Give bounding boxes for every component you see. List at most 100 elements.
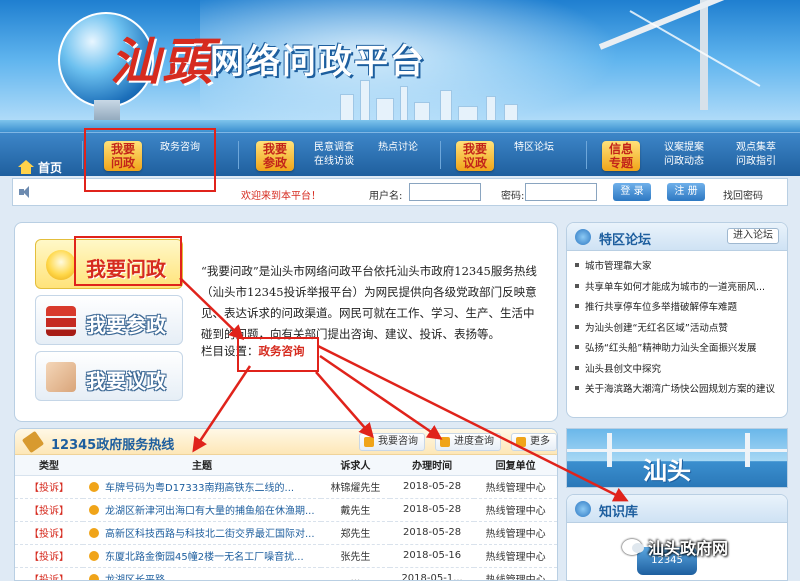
row-type: 【投诉】	[15, 521, 83, 545]
hotline-table: 类型 主题 诉求人 办理时间 回复单位 【投诉】 车牌号码为粤D17333南翔高…	[15, 455, 557, 580]
row-date: 2018-05-28	[389, 521, 475, 545]
forum-list: 城市管理靠大家 共享单车如何才能成为城市的一道亮丽风... 推行共享停车位多举措…	[567, 251, 787, 401]
nav-link-viewpoints[interactable]: 观点集萃	[736, 141, 776, 155]
menu-discuss-label: 我要议政	[86, 369, 166, 393]
row-unit: 热线管理中心	[474, 544, 557, 568]
hotline-title: 12345政府服务热线	[51, 438, 175, 453]
nav-link-proposals[interactable]: 议案提案	[664, 141, 704, 155]
ask-button-label: 我要咨询	[378, 436, 418, 447]
row-person: 张先生	[321, 544, 390, 568]
row-date: 2018-05-28	[389, 498, 475, 522]
row-title-link[interactable]: 车牌号码为粤D17333南翔高铁东二线的...	[83, 475, 321, 499]
forum-item[interactable]: 推行共享停车位多举措破解停车难题	[575, 298, 781, 319]
row-type: 【投诉】	[15, 475, 83, 499]
forum-item[interactable]: 汕头县创文中探究	[575, 360, 781, 381]
row-person: 戴先生	[321, 498, 390, 522]
menu-discuss-button[interactable]: 我要议政	[35, 351, 183, 401]
col-unit: 回复单位	[474, 455, 557, 476]
row-person: 林锦燿先生	[321, 475, 390, 499]
watermark: 汕头政府网	[622, 535, 728, 559]
forum-item[interactable]: 关于海滨路大潮湾广场快公园规划方案的建议	[575, 380, 781, 401]
more-icon	[516, 437, 526, 447]
intro-description: “我要问政”是汕头市网络问政平台依托汕头市政府12345服务热线（汕头市1234…	[201, 264, 537, 341]
menu-participate-button[interactable]: 我要参政	[35, 295, 183, 345]
progress-button-label: 进度查询	[454, 436, 494, 447]
nav-badge-participate[interactable]: 我要 参政	[256, 141, 294, 171]
password-label: 密码:	[501, 191, 525, 202]
nav-separator	[82, 141, 83, 169]
home-icon	[18, 160, 34, 174]
register-button[interactable]: 注 册	[667, 183, 705, 201]
shantou-banner[interactable]: 汕头	[566, 428, 788, 488]
row-title-link[interactable]: 龙湖区新津河出海口有大量的捕鱼船在休渔期...	[83, 498, 321, 522]
table-row[interactable]: 【投诉】 龙湖区长平路... ... 2018-05-1... 热线管理中心	[15, 567, 557, 580]
nav-link-news[interactable]: 问政动态	[664, 155, 704, 169]
username-input[interactable]	[409, 183, 481, 201]
forum-item[interactable]: 弘扬“红头船”精神助力汕头全面振兴发展	[575, 339, 781, 360]
annotation-box-menu	[74, 236, 182, 286]
col-date: 办理时间	[389, 455, 475, 476]
menu-participate-label: 我要参政	[86, 313, 166, 337]
forgot-password-link[interactable]: 找回密码	[723, 187, 763, 202]
row-title-link[interactable]: 龙湖区长平路...	[83, 567, 321, 580]
enter-forum-button[interactable]: 进入论坛	[727, 228, 779, 244]
nav-badge-line2: 议政	[462, 156, 487, 170]
nav-badge-line2: 参政	[262, 156, 287, 170]
table-row[interactable]: 【投诉】 高新区科技西路与科技北二街交界最汇国际对... 郑先生 2018-05…	[15, 521, 557, 545]
progress-button[interactable]: 进度查询	[435, 433, 501, 451]
row-unit: 热线管理中心	[474, 567, 557, 580]
nav-badge-info[interactable]: 信息 专题	[602, 141, 640, 171]
forum-header: 特区论坛 进入论坛	[567, 223, 787, 251]
row-unit: 热线管理中心	[474, 521, 557, 545]
nav-link-interview[interactable]: 在线访谈	[314, 155, 354, 169]
nav-separator	[586, 141, 587, 169]
ask-button[interactable]: 我要咨询	[359, 433, 425, 451]
nav-link-forum[interactable]: 特区论坛	[514, 141, 554, 155]
pencil-icon	[364, 437, 374, 447]
more-button[interactable]: 更多	[511, 433, 557, 451]
calligraphy-logo: 汕頭	[110, 32, 214, 91]
row-type: 【投诉】	[15, 544, 83, 568]
row-unit: 热线管理中心	[474, 475, 557, 499]
password-input[interactable]	[525, 183, 597, 201]
nav-badge-line1: 我要	[462, 142, 487, 156]
welcome-text: 欢迎来到本平台！	[241, 191, 321, 202]
table-row[interactable]: 【投诉】 东厦北路金衡园45幢2楼一无名工厂噪音扰... 张先生 2018-05…	[15, 544, 557, 568]
nav-badge-line1: 信息	[608, 142, 633, 156]
col-title: 主题	[83, 455, 321, 476]
kb-header: 知识库	[567, 495, 787, 523]
row-type: 【投诉】	[15, 567, 83, 580]
gavel-icon	[21, 430, 45, 454]
forum-title: 特区论坛	[599, 233, 652, 248]
nav-link-hot-topics[interactable]: 热点讨论	[378, 141, 418, 155]
row-person: 郑先生	[321, 521, 390, 545]
row-title-link[interactable]: 高新区科技西路与科技北二街交界最汇国际对...	[83, 521, 321, 545]
nav-separator	[238, 141, 239, 169]
nav-badge-line2: 专题	[608, 156, 633, 170]
table-header-row: 类型 主题 诉求人 办理时间 回复单位	[15, 455, 557, 476]
kb-title: 知识库	[599, 505, 639, 520]
globe-icon	[575, 501, 591, 517]
username-label: 用户名:	[369, 191, 403, 202]
search-icon	[440, 437, 450, 447]
col-type: 类型	[15, 455, 83, 476]
row-title-link[interactable]: 东厦北路金衡园45幢2楼一无名工厂噪音扰...	[83, 544, 321, 568]
login-button[interactable]: 登 录	[613, 183, 651, 201]
hotline-header: 12345政府服务热线 我要咨询 进度查询 更多	[15, 429, 557, 455]
table-row[interactable]: 【投诉】 龙湖区新津河出海口有大量的捕鱼船在休渔期... 戴先生 2018-05…	[15, 498, 557, 522]
nav-link-guide[interactable]: 问政指引	[736, 155, 776, 169]
forum-item[interactable]: 共享单车如何才能成为城市的一道亮丽风...	[575, 278, 781, 299]
books-icon	[46, 306, 76, 336]
forum-item[interactable]: 为汕头创建“无红名区域”活动点赞	[575, 319, 781, 340]
forum-item[interactable]: 城市管理靠大家	[575, 257, 781, 278]
wechat-icon	[622, 539, 644, 555]
table-row[interactable]: 【投诉】 车牌号码为粤D17333南翔高铁东二线的... 林锦燿先生 2018-…	[15, 475, 557, 499]
speaker-icon	[19, 185, 33, 199]
nav-badge-discuss[interactable]: 我要 议政	[456, 141, 494, 171]
nav-link-survey[interactable]: 民意调查	[314, 141, 354, 155]
shantou-label: 汕头	[643, 456, 691, 485]
row-date: 2018-05-16	[389, 544, 475, 568]
nav-badge-line1: 我要	[262, 142, 287, 156]
watermark-text: 汕头政府网	[648, 539, 729, 558]
nav-home-label: 首页	[38, 160, 63, 175]
